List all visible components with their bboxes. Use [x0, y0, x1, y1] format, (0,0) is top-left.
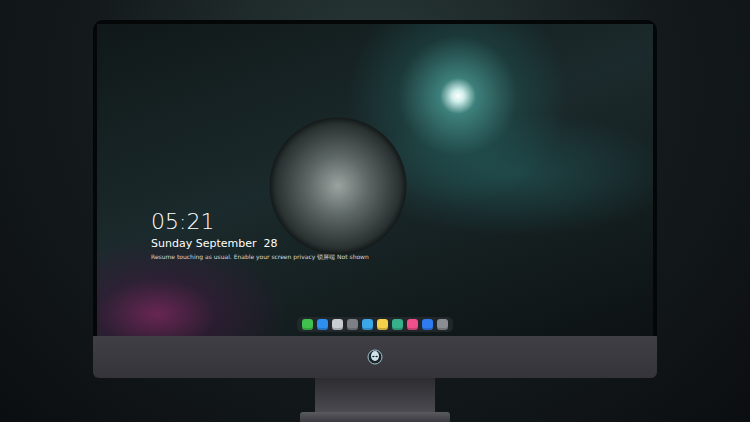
app-icon[interactable] [332, 319, 343, 330]
app-icon[interactable] [347, 319, 358, 330]
date: Sunday September 28 [151, 237, 369, 250]
stand-base [300, 412, 450, 422]
time: 05:21 [151, 210, 369, 234]
page: 05:21 Sunday September 28 Resume touching … [0, 0, 750, 422]
lock-screen-clock: 05:21 Sunday September 28 Resume touching … [151, 210, 369, 261]
app-icon[interactable] [437, 319, 448, 330]
alien-logo-icon [367, 349, 383, 365]
monitor-chin [93, 336, 657, 378]
monitor: 05:21 Sunday September 28 Resume touching … [93, 20, 657, 378]
app-icon[interactable] [377, 319, 388, 330]
app-icon[interactable] [302, 319, 313, 330]
monitor-bezel: 05:21 Sunday September 28 Resume touching … [93, 20, 657, 336]
app-icon[interactable] [392, 319, 403, 330]
app-icon[interactable] [407, 319, 418, 330]
app-icon[interactable] [317, 319, 328, 330]
stand-neck [315, 378, 435, 412]
wallpaper: 05:21 Sunday September 28 Resume touching … [97, 24, 653, 336]
app-icon[interactable] [422, 319, 433, 330]
monitor-stand [300, 378, 450, 422]
app-icon[interactable] [362, 319, 373, 330]
dock [297, 317, 453, 332]
notice: Resume touching as usual. Enable your sc… [151, 253, 369, 261]
